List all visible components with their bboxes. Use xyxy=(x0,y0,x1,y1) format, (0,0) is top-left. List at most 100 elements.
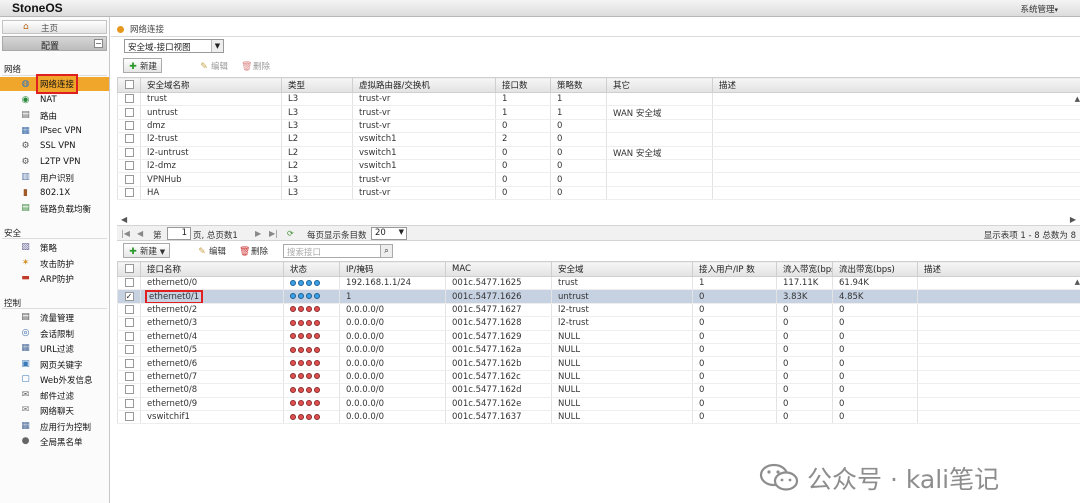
minus-icon[interactable]: − xyxy=(94,39,103,48)
page-input[interactable]: 1 xyxy=(167,227,191,240)
iface-new-button[interactable]: ✚ 新建 ▼ xyxy=(123,243,171,258)
checkbox[interactable] xyxy=(124,134,134,144)
scroll-up-icon[interactable]: ▲ xyxy=(1075,278,1080,286)
iface-name[interactable]: ethernet0/1 xyxy=(144,289,204,303)
sidebar-item[interactable]: ◍ 网络连接 xyxy=(0,74,109,94)
zone-edit-button[interactable]: ✎ 编辑 xyxy=(199,60,228,75)
table-row[interactable]: l2-untrust L2 vswitch1 0 0 WAN 安全域 xyxy=(117,146,1080,160)
checkbox[interactable] xyxy=(124,398,134,408)
row-checkbox-cell[interactable] xyxy=(117,330,141,344)
checkbox[interactable] xyxy=(124,187,134,197)
sidebar-item[interactable]: ▤ 链路负载均衡 xyxy=(0,201,109,215)
checkbox[interactable] xyxy=(124,412,134,422)
checkbox[interactable]: ✓ xyxy=(124,291,134,301)
sidebar-item[interactable]: ✉ 邮件过滤 xyxy=(0,388,109,402)
checkbox[interactable] xyxy=(124,94,134,104)
checkbox[interactable] xyxy=(124,345,134,355)
column-header[interactable]: 安全域 xyxy=(551,261,693,277)
search-icon[interactable]: ⌕ xyxy=(380,244,393,258)
iface-name[interactable]: ethernet0/9 xyxy=(147,399,197,409)
zone-new-button[interactable]: ✚ 新建 xyxy=(123,58,163,73)
checkbox[interactable] xyxy=(124,304,134,314)
column-header[interactable]: 其它 xyxy=(606,77,713,93)
column-header[interactable]: 接口名称 xyxy=(140,261,284,277)
row-checkbox-cell[interactable] xyxy=(117,186,141,201)
checkbox[interactable] xyxy=(124,278,134,288)
row-checkbox-cell[interactable] xyxy=(117,356,141,371)
user-menu[interactable]: 系统管理▾ xyxy=(1020,3,1058,15)
column-header[interactable]: 流出带宽(bps) xyxy=(832,261,918,277)
checkbox[interactable] xyxy=(124,161,134,171)
sidebar-item[interactable]: ▦ IPsec VPN xyxy=(0,124,109,138)
refresh-icon[interactable]: ⟳ xyxy=(287,229,294,238)
sidebar-item[interactable]: ● 全局黑名单 xyxy=(0,434,109,448)
sidebar-config-header[interactable]: 配置 − xyxy=(2,36,107,52)
checkbox[interactable] xyxy=(124,107,134,117)
table-row[interactable]: l2-trust L2 vswitch1 2 0 xyxy=(117,132,1080,147)
sidebar-item[interactable]: ⚙ L2TP VPN xyxy=(0,155,109,169)
iface-name[interactable]: ethernet0/3 xyxy=(147,318,197,328)
checkbox[interactable] xyxy=(124,80,134,89)
column-header[interactable]: MAC xyxy=(445,261,552,277)
table-row[interactable]: ethernet0/0 192.168.1.1/24 001c.5477.1625 t… xyxy=(117,276,1080,291)
table-row[interactable]: VPNHub L3 trust-vr 0 0 xyxy=(117,172,1080,187)
iface-name[interactable]: ethernet0/0 xyxy=(147,278,197,288)
column-header[interactable]: 接口数 xyxy=(495,77,551,93)
checkbox[interactable] xyxy=(124,358,134,368)
prev-page-icon[interactable]: ◀ xyxy=(137,229,143,238)
sidebar-item[interactable]: ▥ 用户识别 xyxy=(0,170,109,184)
column-header[interactable]: 安全域名称 xyxy=(140,77,282,93)
table-row[interactable]: ethernet0/4 0.0.0.0/0 001c.5477.1629 NULL 0 0… xyxy=(117,330,1080,344)
row-checkbox-cell[interactable] xyxy=(117,343,141,358)
sidebar-item[interactable]: ✶ 攻击防护 xyxy=(0,256,109,270)
checkbox[interactable] xyxy=(124,264,134,273)
chevron-down-icon[interactable]: ▼ xyxy=(211,40,223,52)
table-row[interactable]: dmz L3 trust-vr 0 0 xyxy=(117,119,1080,134)
row-checkbox-cell[interactable] xyxy=(117,303,141,318)
row-checkbox-cell[interactable] xyxy=(117,159,141,174)
checkbox[interactable] xyxy=(124,331,134,341)
sidebar-item[interactable]: ▬ ARP防护 xyxy=(0,271,109,285)
table-row[interactable]: ethernet0/2 0.0.0.0/0 001c.5477.1627 l2-tru… xyxy=(117,303,1080,318)
checkbox[interactable] xyxy=(124,385,134,395)
checkbox[interactable] xyxy=(124,147,134,157)
checkbox[interactable] xyxy=(124,371,134,381)
row-checkbox-cell[interactable] xyxy=(117,276,141,291)
checkbox[interactable] xyxy=(124,120,134,130)
checkbox[interactable] xyxy=(124,318,134,328)
iface-name[interactable]: ethernet0/2 xyxy=(147,305,197,315)
column-header[interactable]: 接入用户/IP 数 xyxy=(692,261,777,277)
iface-name[interactable]: ethernet0/4 xyxy=(147,332,197,342)
sidebar-item[interactable]: ▤ 流量管理 xyxy=(0,310,109,324)
iface-name[interactable]: ethernet0/8 xyxy=(147,385,197,395)
column-header[interactable]: 类型 xyxy=(281,77,353,93)
table-row[interactable]: ethernet0/3 0.0.0.0/0 001c.5477.1628 l2-tru… xyxy=(117,316,1080,331)
select-all-checkbox[interactable] xyxy=(117,261,141,277)
table-row[interactable]: ethernet0/9 0.0.0.0/0 001c.5477.162e NULL 0 0… xyxy=(117,397,1080,411)
table-row[interactable]: ethernet0/5 0.0.0.0/0 001c.5477.162a NULL 0 0… xyxy=(117,343,1080,358)
column-header[interactable]: 描述 xyxy=(712,77,1080,93)
row-checkbox-cell[interactable] xyxy=(117,105,141,120)
row-checkbox-cell[interactable] xyxy=(117,383,141,398)
horizontal-scrollbar[interactable]: ◀ ▶ xyxy=(117,215,1080,225)
sidebar-item[interactable]: ▢ Web外发信息 xyxy=(0,372,109,386)
iface-name[interactable]: ethernet0/7 xyxy=(147,372,197,382)
checkbox[interactable] xyxy=(124,174,134,184)
table-row[interactable]: untrust L3 trust-vr 1 1 WAN 安全域 xyxy=(117,105,1080,120)
row-checkbox-cell[interactable] xyxy=(117,316,141,331)
select-all-checkbox[interactable] xyxy=(117,77,141,93)
scroll-left-icon[interactable]: ◀ xyxy=(121,215,127,224)
row-checkbox-cell[interactable] xyxy=(117,172,141,187)
iface-edit-button[interactable]: ✎ 编辑 xyxy=(197,245,226,260)
search-input[interactable]: 搜索接口 xyxy=(283,244,381,258)
table-row[interactable]: vswitchif1 0.0.0.0/0 001c.5477.1637 NULL 0 0 0 xyxy=(117,410,1080,425)
column-header[interactable]: 虚拟路由器/交换机 xyxy=(352,77,496,93)
sidebar-item[interactable]: ◉ NAT xyxy=(0,93,109,107)
row-checkbox-cell[interactable] xyxy=(117,132,141,147)
table-row[interactable]: ethernet0/6 0.0.0.0/0 001c.5477.162b NULL 0 0… xyxy=(117,356,1080,371)
scroll-up-icon[interactable]: ▲ xyxy=(1075,95,1080,103)
sidebar-item[interactable]: ▦ URL过滤 xyxy=(0,341,109,355)
row-checkbox-cell[interactable]: ✓ xyxy=(117,289,141,304)
iface-name[interactable]: ethernet0/6 xyxy=(147,359,197,369)
table-row[interactable]: l2-dmz L2 vswitch1 0 0 xyxy=(117,159,1080,174)
